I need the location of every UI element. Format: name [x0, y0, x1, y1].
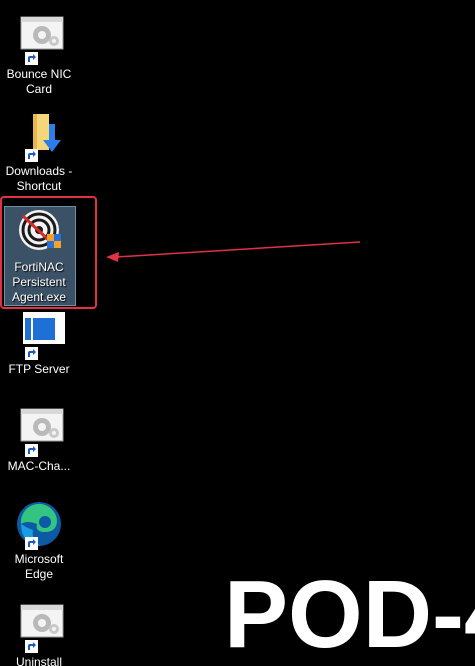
desktop-icon-mac-changer[interactable]: MAC-Cha...: [0, 407, 78, 474]
desktop-icon-label: Bounce NIC Card: [6, 67, 72, 96]
desktop-icon-label: Microsoft Edge: [14, 552, 64, 581]
desktop-icon-uninstall[interactable]: Uninstall: [0, 603, 78, 666]
desktop-icon-downloads-shortcut[interactable]: Downloads - Shortcut: [0, 112, 78, 194]
shortcut-arrow-icon: [25, 347, 38, 360]
desktop: Bounce NIC Card Downloads - Shortcut For…: [0, 0, 475, 666]
desktop-icon-microsoft-edge[interactable]: Microsoft Edge: [0, 500, 78, 582]
desktop-icon-label: FTP Server: [8, 362, 70, 376]
ftp-server-icon: [13, 310, 67, 360]
shortcut-arrow-icon: [25, 149, 38, 162]
config-window-icon: [13, 603, 65, 653]
pod-watermark: POD-4: [224, 561, 475, 666]
shortcut-arrow-icon: [25, 537, 38, 550]
annotation-highlight-box: [0, 196, 97, 309]
shortcut-arrow-icon: [25, 52, 38, 65]
config-window-icon: [13, 407, 65, 457]
desktop-icon-label: Downloads - Shortcut: [5, 164, 73, 193]
desktop-icon-bounce-nic-card[interactable]: Bounce NIC Card: [0, 15, 78, 97]
desktop-icon-label: MAC-Cha...: [7, 459, 71, 473]
downloads-folder-icon: [13, 112, 65, 162]
shortcut-arrow-icon: [25, 444, 38, 457]
desktop-icon-ftp-server[interactable]: FTP Server: [0, 310, 78, 377]
desktop-icon-label: Uninstall: [15, 655, 63, 666]
config-window-icon: [13, 15, 65, 65]
shortcut-arrow-icon: [25, 640, 38, 653]
edge-browser-icon: [13, 500, 65, 550]
